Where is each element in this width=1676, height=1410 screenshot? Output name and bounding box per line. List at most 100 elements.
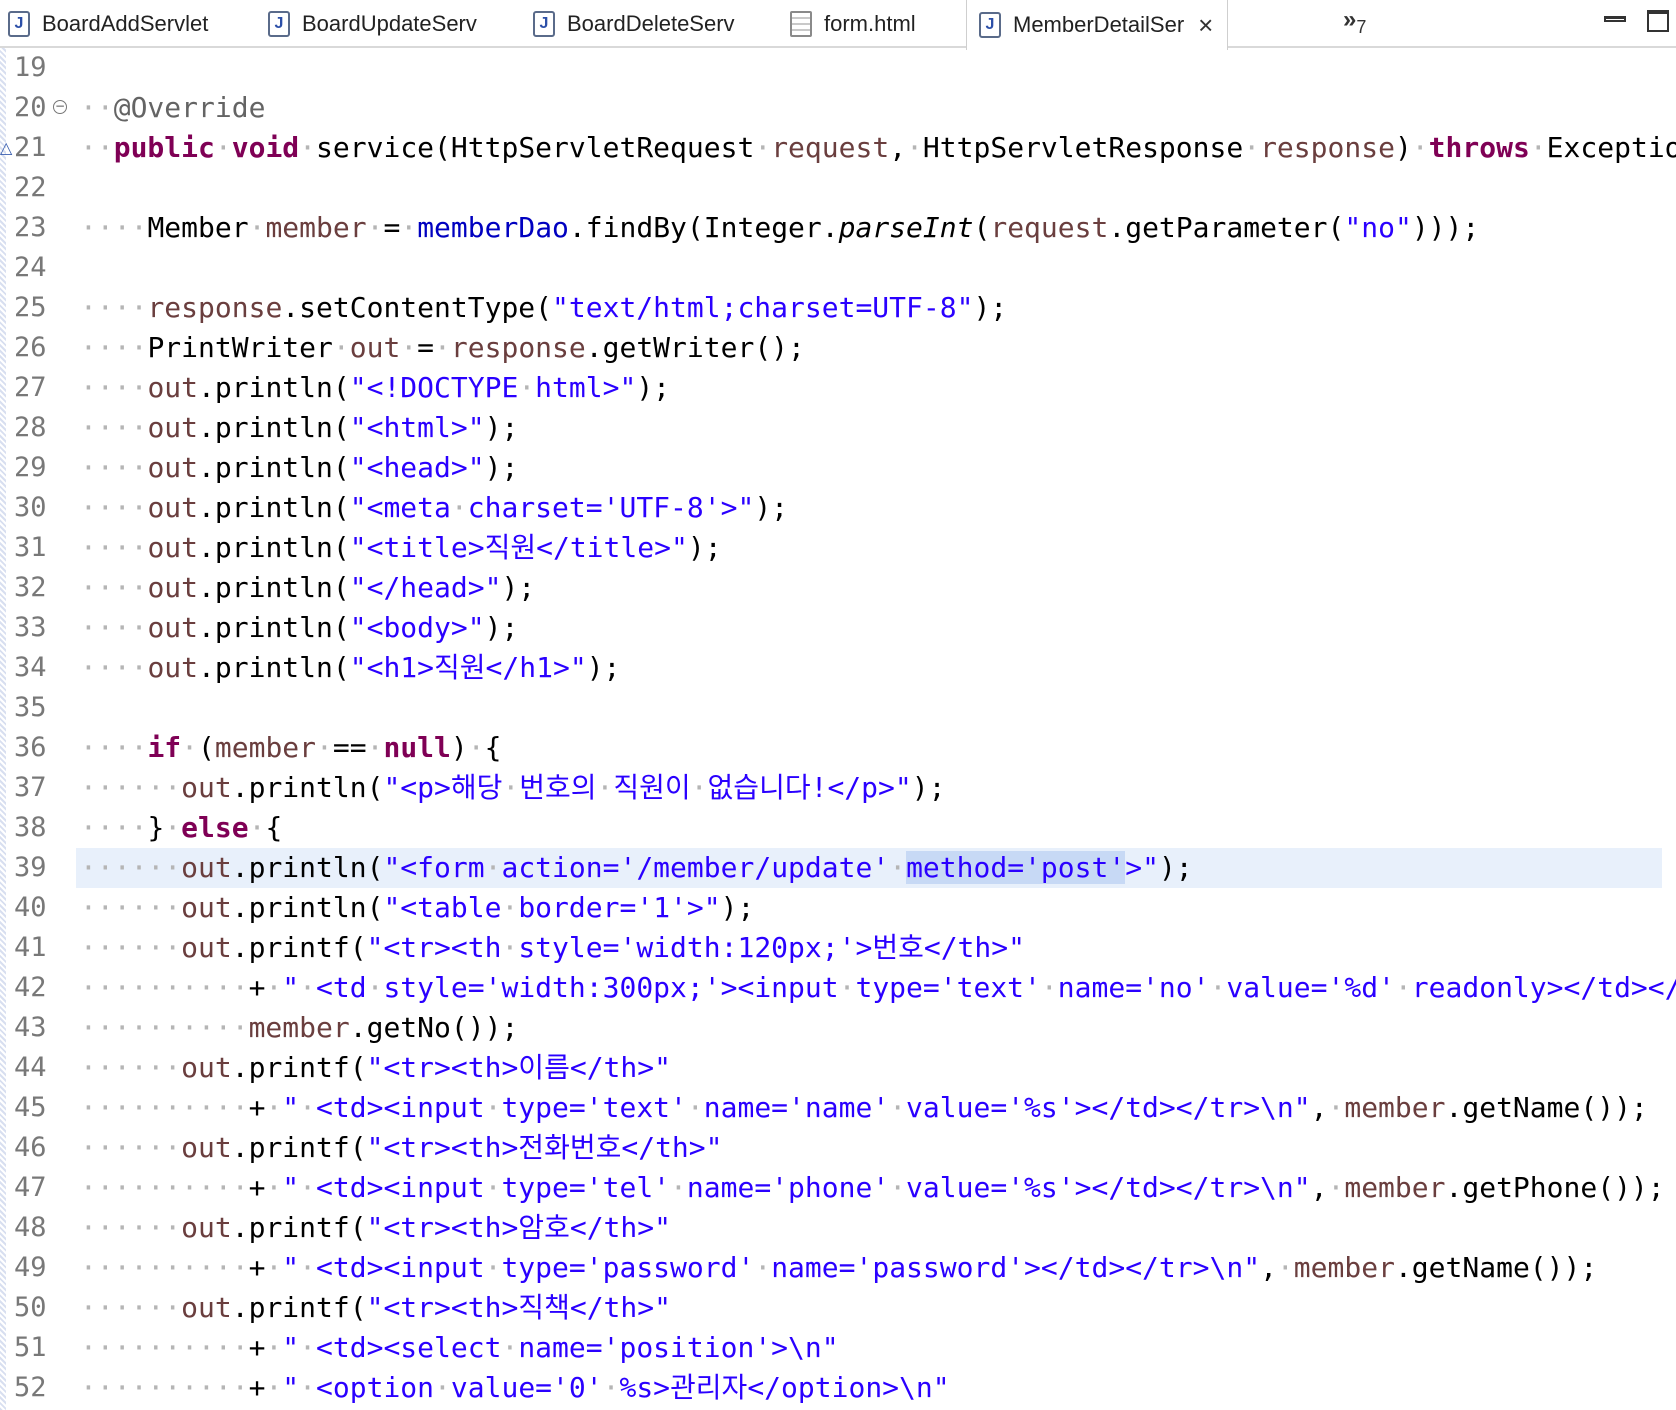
code-token: · <box>1411 131 1429 164</box>
code-line[interactable]: 40 ······out.println("<table·border='1'>"… <box>0 888 1676 928</box>
override-marker-icon: △ <box>0 138 13 157</box>
code-token: "<h1>직원</h1>" <box>349 651 587 684</box>
java-file-icon: J <box>268 11 290 37</box>
code-line[interactable]: 36 ····if·(member·==·null)·{ <box>0 728 1676 768</box>
code-token: public <box>113 131 215 164</box>
code-line[interactable]: 30 ····out.println("<meta·charset='UTF-8'… <box>0 488 1676 528</box>
line-number: 27 <box>14 372 47 403</box>
code-token: request <box>990 211 1109 244</box>
code-text: ··@Override <box>80 88 265 128</box>
code-line[interactable]: 31 ····out.println("<title>직원</title>"); <box>0 528 1676 568</box>
code-token: @Override <box>113 91 266 124</box>
java-file-icon: J <box>979 12 1001 38</box>
code-token: ···· <box>80 331 148 364</box>
code-token: ···· <box>80 371 148 404</box>
code-token: ) <box>450 731 468 764</box>
code-token: "<tr><th>직책</th>" <box>366 1291 671 1324</box>
code-token: · <box>1327 1171 1345 1204</box>
code-text: ····out.println("<head>"); <box>80 448 518 488</box>
code-line[interactable]: 48 ······out.printf("<tr><th>암호</th>" <box>0 1208 1676 1248</box>
code-token: charset='UTF-8'>" <box>467 491 755 524</box>
code-line[interactable]: 37 ······out.println("<p>해당·번호의·직원이·없습니다!… <box>0 768 1676 808</box>
close-tab-icon[interactable]: × <box>1198 10 1213 41</box>
code-line[interactable]: 38 ····}·else·{ <box>0 808 1676 848</box>
code-line[interactable]: 47 ··········+·"·<td><input·type='tel'·na… <box>0 1168 1676 1208</box>
code-token: %s>관리자</option>\n" <box>619 1371 950 1404</box>
code-token: ···· <box>80 211 148 244</box>
code-token: out <box>147 371 199 404</box>
code-token: "</head>" <box>349 571 502 604</box>
code-line[interactable]: 24 <box>0 248 1676 288</box>
code-token: ·········· <box>80 1371 249 1404</box>
code-line[interactable]: 20− ··@Override <box>0 88 1676 128</box>
code-line[interactable]: 51 ··········+·"·<td><select·name='positi… <box>0 1328 1676 1368</box>
code-token: .println( <box>198 651 350 684</box>
fold-collapse-icon[interactable]: − <box>53 100 67 114</box>
minimize-icon[interactable] <box>1604 16 1626 22</box>
tab-memberdetailser[interactable]: J MemberDetailSer × <box>966 0 1228 50</box>
code-line[interactable]: 34 ····out.println("<h1>직원</h1>"); <box>0 648 1676 688</box>
code-token: <td <box>316 971 367 1004</box>
code-line[interactable]: 26 ····PrintWriter·out·=·response.getWrit… <box>0 328 1676 368</box>
code-token: "<tr><th>암호</th>" <box>366 1211 671 1244</box>
code-token: + <box>248 1251 266 1284</box>
code-line[interactable]: 43 ··········member.getNo()); <box>0 1008 1676 1048</box>
code-line[interactable]: 32 ····out.println("</head>"); <box>0 568 1676 608</box>
code-line[interactable]: 39 ······out.println("<form·action='/memb… <box>0 848 1676 888</box>
code-token: .setContentType( <box>282 291 553 324</box>
code-line[interactable]: 46 ······out.printf("<tr><th>전화번호</th>" <box>0 1128 1676 1168</box>
tab-boarddeleteserv[interactable]: J BoardDeleteServ <box>533 0 783 48</box>
tab-boardaddservlet[interactable]: J BoardAddServlet <box>8 0 258 48</box>
code-line[interactable]: 49 ··········+·"·<td><input·type='passwor… <box>0 1248 1676 1288</box>
code-text: ······out.printf("<tr><th>암호</th>" <box>80 1208 671 1248</box>
code-token: member <box>1293 1251 1395 1284</box>
code-token: member <box>265 211 367 244</box>
code-line[interactable]: 33 ····out.println("<body>"); <box>0 608 1676 648</box>
code-token: service(HttpServletRequest <box>316 131 755 164</box>
code-editor[interactable]: 19 20− ··@Override 21 △ ··public·void·service… <box>0 48 1676 1410</box>
code-token: .println( <box>198 451 350 484</box>
line-number: 36 <box>14 732 47 763</box>
code-line[interactable]: 25 ····response.setContentType("text/html… <box>0 288 1676 328</box>
code-token: <td><input <box>316 1171 485 1204</box>
line-number: 19 <box>14 52 47 83</box>
code-token: · <box>1040 971 1058 1004</box>
code-line[interactable]: 44 ······out.printf("<tr><th>이름</th>" <box>0 1048 1676 1088</box>
code-token: "<table <box>383 891 502 924</box>
line-number: 40 <box>14 892 47 923</box>
maximize-icon[interactable] <box>1647 10 1669 32</box>
code-token: .printf( <box>231 1051 367 1084</box>
code-token: } <box>147 811 165 844</box>
code-text: ····out.println("<body>"); <box>80 608 518 648</box>
code-line[interactable]: 27 ····out.println("<!DOCTYPE·html>"); <box>0 368 1676 408</box>
code-token: + <box>248 971 266 1004</box>
code-token: .println( <box>198 531 350 564</box>
code-line[interactable]: 52 ··········+·"·<option·value='0'·%s>관리자… <box>0 1368 1676 1408</box>
line-number: 30 <box>14 492 47 523</box>
tab-label: form.html <box>824 11 916 36</box>
code-line[interactable]: 41 ······out.printf("<tr><th·style='width… <box>0 928 1676 968</box>
tab-form-html[interactable]: form.html <box>790 0 960 48</box>
code-token: ······ <box>80 891 182 924</box>
code-token: else <box>181 811 249 844</box>
code-line[interactable]: 21 △ ··public·void·service(HttpServletRequ… <box>0 128 1676 168</box>
code-line[interactable]: 35 <box>0 688 1676 728</box>
code-line[interactable]: 42 ··········+·"·<td·style='width:300px;'… <box>0 968 1676 1008</box>
code-token: out <box>147 651 199 684</box>
code-token: · <box>906 131 923 164</box>
code-text: ····if·(member·==·null)·{ <box>80 728 501 768</box>
code-line[interactable]: 23 ····Member·member·=·memberDao.findBy(I… <box>0 208 1676 248</box>
code-line[interactable]: 45 ··········+·"·<td><input·type='text'·n… <box>0 1088 1676 1128</box>
code-token: ·········· <box>80 1171 249 1204</box>
tab-boardupdateserv[interactable]: J BoardUpdateServ <box>268 0 523 48</box>
code-line[interactable]: 19 <box>0 48 1676 88</box>
code-line[interactable]: 22 <box>0 168 1676 208</box>
code-line[interactable]: 50 ······out.printf("<tr><th>직책</th>" <box>0 1288 1676 1328</box>
code-token: out <box>147 531 199 564</box>
code-token: ······ <box>80 771 182 804</box>
code-line[interactable]: 29 ····out.println("<head>"); <box>0 448 1676 488</box>
line-number: 51 <box>14 1332 47 1363</box>
code-token: ······ <box>80 1051 182 1084</box>
code-line[interactable]: 28 ····out.println("<html>"); <box>0 408 1676 448</box>
tab-overflow-button[interactable]: »7 <box>1343 6 1366 38</box>
